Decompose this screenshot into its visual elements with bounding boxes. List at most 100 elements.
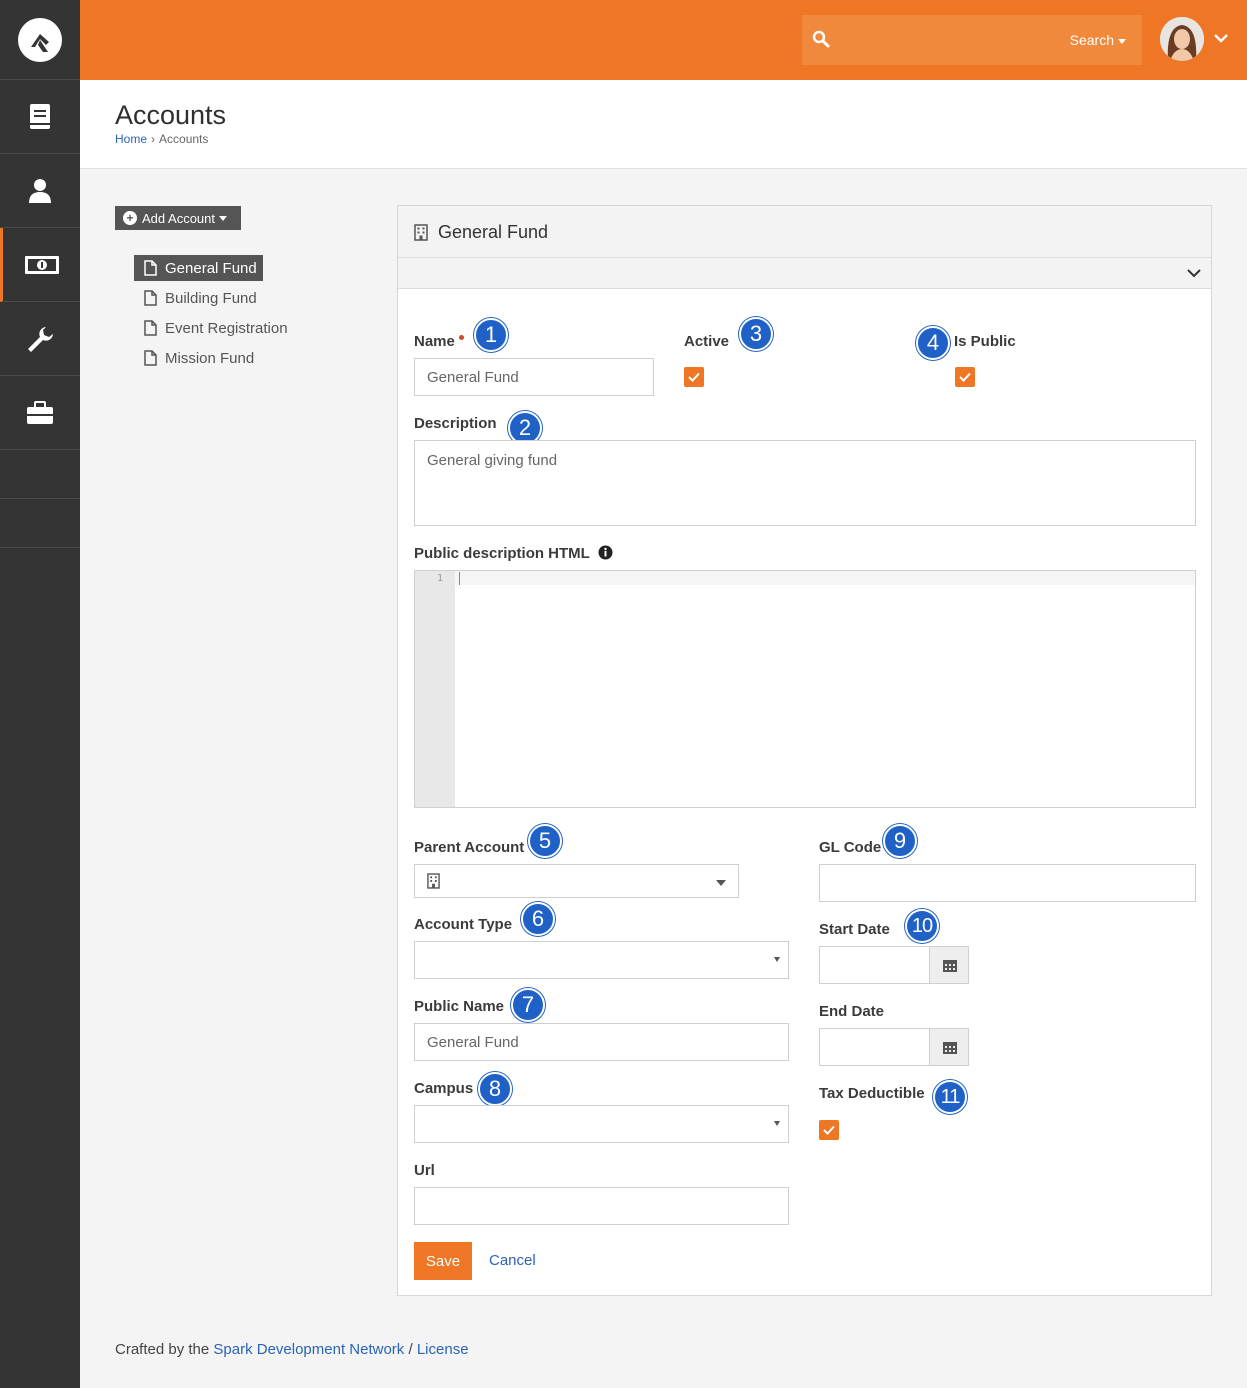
top-bar: Search bbox=[80, 0, 1247, 80]
is-public-label: Is Public bbox=[954, 333, 1016, 350]
caret-down-icon bbox=[774, 957, 780, 962]
sidebar-item-book[interactable] bbox=[0, 80, 80, 154]
end-date-input[interactable] bbox=[819, 1028, 969, 1066]
public-name-input[interactable]: General Fund bbox=[414, 1023, 789, 1061]
avatar[interactable] bbox=[1160, 17, 1204, 61]
end-date-label: End Date bbox=[819, 1003, 885, 1020]
tax-deductible-checkbox[interactable] bbox=[819, 1120, 839, 1140]
footer: Crafted by the Spark Development Network… bbox=[115, 1341, 469, 1358]
callout-badge: 3 bbox=[739, 317, 773, 351]
name-label: Name bbox=[414, 333, 464, 350]
caret-down-icon bbox=[774, 1121, 780, 1126]
sidebar-empty-slot bbox=[0, 450, 80, 499]
public-description-html-label: Public description HTML bbox=[414, 545, 613, 562]
callout-badge: 10 bbox=[905, 909, 939, 943]
tree-item-account[interactable]: General Fund bbox=[134, 255, 263, 281]
url-input[interactable] bbox=[414, 1187, 789, 1225]
briefcase-icon bbox=[27, 401, 53, 424]
rock-logo[interactable] bbox=[0, 0, 80, 80]
gl-code-input[interactable] bbox=[819, 864, 1196, 902]
end-date-calendar-button[interactable] bbox=[929, 1029, 968, 1065]
description-label: Description bbox=[414, 415, 497, 432]
sidebar-empty-slot bbox=[0, 499, 80, 548]
account-detail-panel: General Fund Name 1 General Fund Active … bbox=[397, 205, 1212, 1296]
start-date-calendar-button[interactable] bbox=[929, 947, 968, 983]
chevron-down-icon bbox=[1187, 269, 1201, 278]
page-header: Accounts Home › Accounts bbox=[80, 80, 1247, 169]
file-icon bbox=[144, 350, 157, 366]
tree-item-account[interactable]: Mission Fund bbox=[134, 345, 260, 371]
panel-header: General Fund bbox=[398, 206, 1211, 258]
calendar-icon bbox=[943, 960, 957, 972]
callout-badge: 1 bbox=[474, 318, 508, 352]
breadcrumb: Home › Accounts bbox=[115, 132, 208, 146]
public-name-label: Public Name bbox=[414, 998, 505, 1015]
callout-badge: 11 bbox=[933, 1080, 967, 1114]
book-icon bbox=[30, 104, 50, 129]
file-icon bbox=[144, 320, 157, 336]
url-label: Url bbox=[414, 1162, 435, 1179]
money-icon bbox=[25, 256, 59, 274]
callout-badge: 7 bbox=[511, 988, 545, 1022]
add-account-button[interactable]: + Add Account bbox=[115, 206, 241, 230]
parent-account-label: Parent Account bbox=[414, 839, 525, 856]
editor-active-line bbox=[455, 571, 1195, 585]
building-icon bbox=[427, 873, 440, 889]
is-public-checkbox[interactable] bbox=[955, 367, 975, 387]
editor-gutter: 1 bbox=[415, 571, 455, 807]
sidebar-item-finance[interactable] bbox=[0, 228, 80, 302]
caret-down-icon bbox=[1118, 38, 1126, 44]
account-type-label: Account Type bbox=[414, 916, 513, 933]
check-icon bbox=[688, 372, 700, 382]
callout-badge: 9 bbox=[883, 824, 917, 858]
panel-drawer-toggle[interactable] bbox=[398, 258, 1211, 289]
sidebar bbox=[0, 0, 80, 1388]
check-icon bbox=[959, 372, 971, 382]
name-input[interactable]: General Fund bbox=[414, 358, 654, 396]
tree-item-account[interactable]: Event Registration bbox=[134, 315, 294, 341]
calendar-icon bbox=[943, 1042, 957, 1054]
campus-label: Campus bbox=[414, 1080, 474, 1097]
sidebar-item-admin-tools[interactable] bbox=[0, 302, 80, 376]
start-date-label: Start Date bbox=[819, 921, 890, 938]
breadcrumb-separator-icon: › bbox=[151, 132, 156, 146]
callout-badge: 8 bbox=[478, 1072, 512, 1106]
start-date-input[interactable] bbox=[819, 946, 969, 984]
active-label: Active bbox=[684, 333, 730, 350]
search-type-dropdown[interactable]: Search bbox=[1070, 32, 1126, 48]
search-icon bbox=[812, 30, 830, 48]
save-button[interactable]: Save bbox=[414, 1242, 472, 1280]
parent-account-picker[interactable] bbox=[414, 864, 739, 898]
caret-down-icon bbox=[716, 880, 726, 886]
chevron-down-icon[interactable] bbox=[1213, 32, 1229, 44]
account-type-select[interactable] bbox=[414, 941, 789, 979]
cancel-button[interactable]: Cancel bbox=[489, 1252, 536, 1269]
panel-title: General Fund bbox=[438, 222, 549, 242]
html-code-editor[interactable]: 1 bbox=[414, 570, 1196, 808]
caret-down-icon bbox=[219, 215, 227, 221]
required-indicator bbox=[458, 335, 464, 340]
building-icon bbox=[414, 224, 428, 241]
spark-network-link[interactable]: Spark Development Network bbox=[213, 1341, 404, 1358]
breadcrumb-current: Accounts bbox=[159, 132, 209, 146]
breadcrumb-home[interactable]: Home bbox=[115, 132, 147, 146]
sidebar-item-person[interactable] bbox=[0, 154, 80, 228]
line-number: 1 bbox=[436, 573, 443, 584]
tree-item-account[interactable]: Building Fund bbox=[134, 285, 263, 311]
license-link[interactable]: License bbox=[417, 1341, 469, 1358]
check-icon bbox=[823, 1125, 835, 1135]
campus-select[interactable] bbox=[414, 1105, 789, 1143]
description-textarea[interactable]: General giving fund bbox=[414, 440, 1196, 526]
plus-circle-icon: + bbox=[123, 211, 137, 225]
wrench-icon bbox=[28, 327, 53, 352]
active-checkbox[interactable] bbox=[684, 367, 704, 387]
file-icon bbox=[144, 260, 157, 276]
search-input[interactable]: Search bbox=[802, 15, 1142, 65]
callout-badge: 5 bbox=[528, 824, 562, 858]
sidebar-item-jobs[interactable] bbox=[0, 376, 80, 450]
info-circle-icon[interactable] bbox=[598, 545, 613, 560]
file-icon bbox=[144, 290, 157, 306]
tax-deductible-label: Tax Deductible bbox=[819, 1085, 925, 1102]
callout-badge: 4 bbox=[916, 326, 950, 360]
page-title: Accounts bbox=[115, 100, 227, 130]
